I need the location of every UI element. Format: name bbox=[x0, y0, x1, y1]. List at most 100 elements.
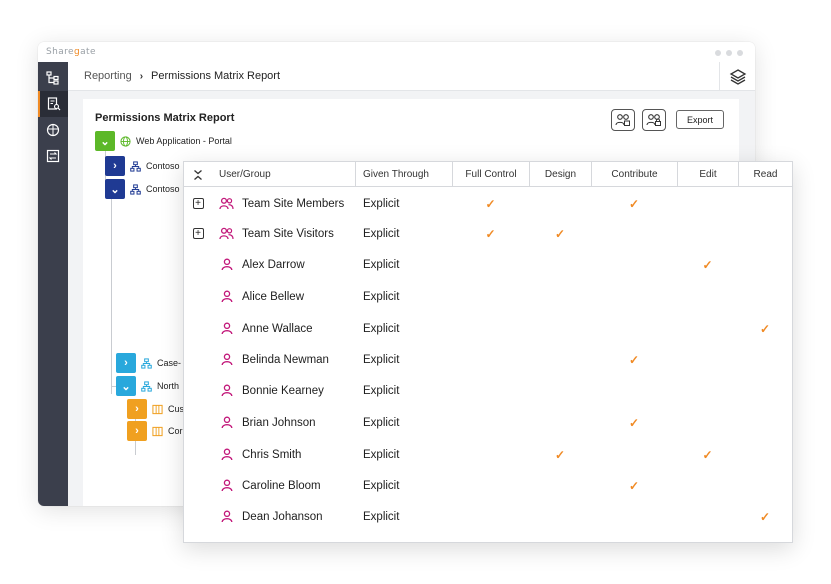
chevron-down-icon[interactable]: ⌄ bbox=[105, 179, 125, 199]
table-row[interactable]: + Team Site Visitors Explicit ✓ ✓ bbox=[184, 218, 792, 249]
tree-node-label: Case- bbox=[157, 358, 182, 368]
table-row[interactable]: Chris Smith Explicit ✓ ✓ bbox=[184, 439, 792, 470]
layers-button[interactable] bbox=[719, 62, 755, 91]
user-icon bbox=[221, 281, 233, 312]
matrix-header: User/Group Given Through Full Control De… bbox=[184, 162, 792, 187]
permission-cell: ✓ bbox=[529, 218, 591, 249]
column-edit[interactable]: Edit bbox=[677, 162, 738, 187]
permission-cell bbox=[452, 281, 529, 312]
user-group-name: Caroline Bloom bbox=[242, 479, 321, 492]
permission-cell: ✓ bbox=[677, 439, 738, 470]
export-button[interactable]: Export bbox=[676, 110, 724, 129]
column-user-group[interactable]: User/Group bbox=[212, 162, 355, 187]
permission-cell: ✓ bbox=[529, 439, 591, 470]
table-row[interactable]: Alice Bellew Explicit bbox=[184, 281, 792, 312]
table-row[interactable]: Bonnie Kearney Explicit bbox=[184, 375, 792, 406]
chevron-right-icon[interactable]: › bbox=[116, 353, 136, 373]
tree-root[interactable]: ⌄ Web Application - Portal bbox=[95, 131, 232, 151]
table-row[interactable]: Brian Johnson Explicit ✓ bbox=[184, 407, 792, 438]
permission-cell bbox=[452, 407, 529, 438]
permission-cell: ✓ bbox=[591, 344, 677, 375]
given-through: Explicit bbox=[363, 479, 400, 492]
user-group-name: Alice Bellew bbox=[242, 290, 304, 303]
chevron-down-icon[interactable]: ⌄ bbox=[95, 131, 115, 151]
column-design[interactable]: Design bbox=[529, 162, 591, 187]
permission-cell: ✓ bbox=[452, 218, 529, 249]
tree-node-cor[interactable]: › Cor bbox=[127, 421, 183, 441]
table-row[interactable]: Dean Johanson Explicit ✓ bbox=[184, 501, 792, 532]
permission-cell bbox=[529, 375, 591, 406]
chevron-right-icon[interactable]: › bbox=[127, 421, 147, 441]
permission-cell bbox=[677, 407, 738, 438]
permission-cell: ✓ bbox=[738, 501, 792, 532]
permissions-matrix: User/Group Given Through Full Control De… bbox=[183, 161, 793, 543]
checkmark-icon: ✓ bbox=[554, 226, 566, 241]
collapse-all-button[interactable] bbox=[184, 162, 212, 187]
checkmark-icon: ✓ bbox=[759, 321, 771, 336]
plus-icon[interactable]: + bbox=[192, 228, 204, 239]
group-permissions-button[interactable] bbox=[611, 109, 635, 131]
permission-cell bbox=[452, 470, 529, 501]
user-icon bbox=[221, 249, 233, 280]
column-full-control[interactable]: Full Control bbox=[452, 162, 529, 187]
permission-cell: ✓ bbox=[738, 313, 792, 344]
permission-cell bbox=[677, 501, 738, 532]
permission-cell bbox=[591, 249, 677, 280]
expand-button[interactable]: + bbox=[191, 188, 205, 219]
checkmark-icon: ✓ bbox=[485, 196, 496, 211]
tree-node-north[interactable]: ⌄ North bbox=[116, 376, 179, 396]
sidebar bbox=[38, 62, 68, 506]
permission-cell bbox=[677, 188, 738, 219]
permission-cell bbox=[529, 407, 591, 438]
permission-cell bbox=[677, 344, 738, 375]
chevron-down-icon[interactable]: ⌄ bbox=[116, 376, 136, 396]
breadcrumb-reporting[interactable]: Reporting bbox=[84, 70, 132, 82]
given-through: Explicit bbox=[363, 322, 400, 335]
column-given-through[interactable]: Given Through bbox=[355, 162, 452, 187]
checkmark-icon: ✓ bbox=[554, 447, 566, 462]
tree-node-contoso-1[interactable]: › Contoso bbox=[105, 156, 180, 176]
list-icon bbox=[152, 404, 163, 414]
permission-cell bbox=[452, 501, 529, 532]
column-read[interactable]: Read bbox=[738, 162, 792, 187]
permission-cell bbox=[677, 313, 738, 344]
sidebar-item-policies[interactable] bbox=[38, 117, 68, 143]
table-row[interactable]: Anne Wallace Explicit ✓ bbox=[184, 313, 792, 344]
permission-cell bbox=[452, 375, 529, 406]
table-row[interactable]: + Team Site Members Explicit ✓ ✓ bbox=[184, 188, 792, 219]
tree-node-cus[interactable]: › Cus bbox=[127, 399, 184, 419]
row-spacer bbox=[191, 407, 205, 438]
plus-icon[interactable]: + bbox=[192, 198, 204, 209]
page-title: Permissions Matrix Report bbox=[95, 112, 235, 124]
breadcrumb-current: Permissions Matrix Report bbox=[151, 70, 281, 82]
tree-node-case[interactable]: › Case- bbox=[116, 353, 181, 373]
site-icon bbox=[141, 380, 152, 392]
group-icon bbox=[219, 218, 234, 249]
permission-cell bbox=[591, 375, 677, 406]
tree-line bbox=[111, 199, 112, 394]
sidebar-item-explorer[interactable] bbox=[38, 65, 68, 91]
table-row[interactable]: Caroline Bloom Explicit ✓ bbox=[184, 470, 792, 501]
expand-button[interactable]: + bbox=[191, 218, 205, 249]
permission-cell bbox=[738, 188, 792, 219]
permission-cell bbox=[738, 439, 792, 470]
window-controls[interactable] bbox=[715, 50, 743, 56]
breadcrumb-separator: › bbox=[139, 70, 144, 82]
shield-globe-icon bbox=[46, 123, 60, 137]
column-contribute[interactable]: Contribute bbox=[591, 162, 677, 187]
row-spacer bbox=[191, 344, 205, 375]
collapse-icon bbox=[194, 169, 202, 180]
user-permissions-button[interactable] bbox=[642, 109, 666, 131]
checkmark-icon: ✓ bbox=[628, 196, 640, 211]
sidebar-item-migration[interactable] bbox=[38, 143, 68, 169]
table-row[interactable]: Alex Darrow Explicit ✓ bbox=[184, 249, 792, 280]
tree-node-contoso-2[interactable]: ⌄ Contoso bbox=[105, 179, 180, 199]
chevron-right-icon[interactable]: › bbox=[127, 399, 147, 419]
given-through: Explicit bbox=[363, 384, 400, 397]
table-row[interactable]: Belinda Newman Explicit ✓ bbox=[184, 344, 792, 375]
permission-cell: ✓ bbox=[677, 249, 738, 280]
chevron-right-icon[interactable]: › bbox=[105, 156, 125, 176]
sidebar-item-reports[interactable] bbox=[38, 91, 68, 117]
given-through: Explicit bbox=[363, 258, 400, 271]
group-icon bbox=[219, 188, 234, 219]
